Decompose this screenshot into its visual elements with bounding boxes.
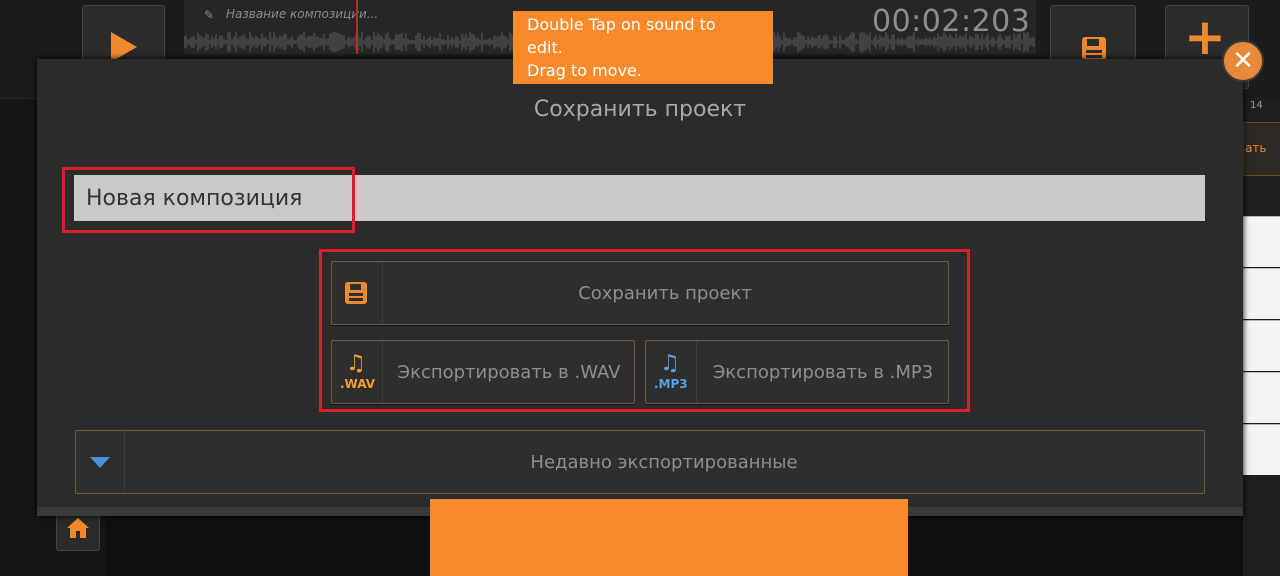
recent-exports-label: Недавно экспортированные (530, 451, 798, 473)
dialog-title: Сохранить проект (533, 97, 747, 122)
track-row[interactable] (1243, 372, 1280, 423)
export-mp3-label: Экспортировать в .MP3 (712, 361, 934, 383)
export-wav-button[interactable]: ♫ .WAV Экспортировать в .WAV (331, 340, 635, 404)
mp3-icon-cell: ♫ .MP3 (646, 341, 697, 403)
orange-overlay-block (430, 499, 908, 576)
floppy-disk-icon (345, 282, 367, 304)
save-icon-cell (332, 262, 383, 324)
music-note-icon: ♫ (660, 351, 680, 376)
wav-icon-cell: ♫ .WAV (332, 341, 383, 403)
triangle-down-icon (90, 457, 110, 468)
playhead[interactable] (356, 0, 358, 54)
export-mp3-button[interactable]: ♫ .MP3 Экспортировать в .MP3 (645, 340, 949, 404)
tooltip-line-1: Double Tap on sound to (527, 15, 716, 34)
wav-format-label: .WAV (340, 377, 376, 391)
track-row[interactable] (1243, 268, 1280, 319)
tooltip-line-3: Drag to move. (527, 61, 642, 80)
home-icon (67, 518, 89, 538)
dropdown-icon-cell (76, 431, 125, 493)
track-row[interactable] (1243, 320, 1280, 371)
track-row[interactable] (1243, 424, 1280, 475)
plus-icon: + (1184, 8, 1226, 66)
recent-exports-dropdown[interactable]: Недавно экспортированные (75, 430, 1205, 494)
export-wav-label: Экспортировать в .WAV (397, 361, 621, 383)
right-panel-tab[interactable]: вать (1243, 122, 1280, 176)
time-display: 00:02:203 (872, 4, 1031, 39)
save-project-button[interactable]: Сохранить проект (331, 261, 949, 325)
timeline-number: 14 (1250, 100, 1263, 111)
right-panel-tab-label: вать (1244, 141, 1267, 155)
close-icon: ✕ (1232, 46, 1254, 76)
track-row[interactable] (1243, 216, 1280, 267)
music-note-icon: ♫ (346, 351, 366, 376)
pencil-icon: ✎ (204, 8, 215, 22)
tooltip-line-2: edit. (527, 38, 563, 57)
hint-tooltip: Double Tap on sound to edit. Drag to mov… (513, 11, 773, 84)
mp3-format-label: .MP3 (654, 377, 688, 391)
save-project-label: Сохранить проект (578, 282, 752, 304)
close-button[interactable]: ✕ (1222, 40, 1264, 82)
project-name-field[interactable] (74, 175, 1205, 221)
